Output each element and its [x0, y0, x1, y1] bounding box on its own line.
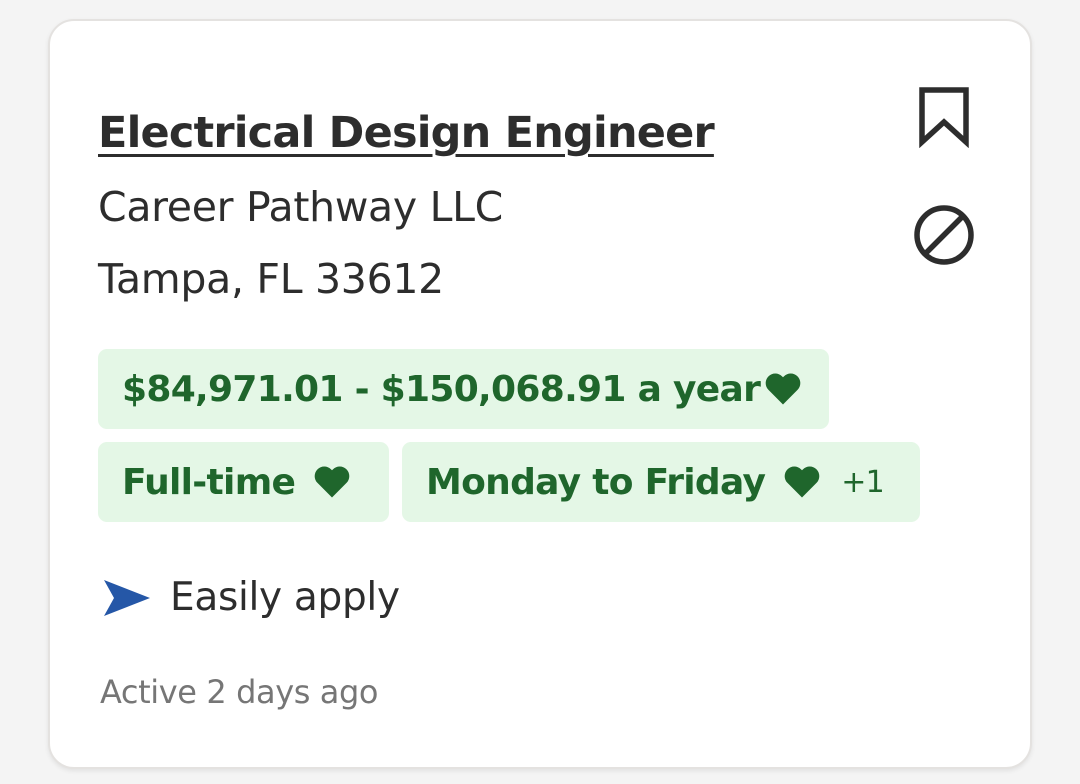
heart-icon [784, 466, 820, 498]
more-tags-count: +1 [841, 464, 885, 500]
save-job-button[interactable] [912, 85, 976, 149]
easy-apply-indicator: Easily apply [102, 575, 400, 620]
schedule-text: Monday to Friday [426, 461, 766, 503]
company-name: Career Pathway LLC [98, 183, 503, 231]
salary-text: $84,971.01 - $150,068.91 a year [122, 368, 761, 410]
heart-icon [765, 373, 801, 405]
job-type-text: Full-time [122, 461, 296, 503]
job-type-tag: Full-time [98, 442, 389, 522]
not-interested-icon [914, 205, 974, 265]
posted-date: Active 2 days ago [100, 673, 379, 711]
job-title-link[interactable]: Electrical Design Engineer [98, 101, 715, 165]
not-interested-button[interactable] [912, 203, 976, 267]
schedule-tag: Monday to Friday +1 [402, 442, 920, 522]
heart-icon [314, 466, 350, 498]
send-arrow-icon [104, 579, 150, 616]
salary-tag: $84,971.01 - $150,068.91 a year [98, 349, 829, 429]
easy-apply-label: Easily apply [170, 575, 400, 620]
job-location: Tampa, FL 33612 [98, 255, 444, 303]
job-card[interactable]: Electrical Design Engineer Career Pathwa… [48, 19, 1032, 769]
bookmark-icon [919, 87, 969, 148]
